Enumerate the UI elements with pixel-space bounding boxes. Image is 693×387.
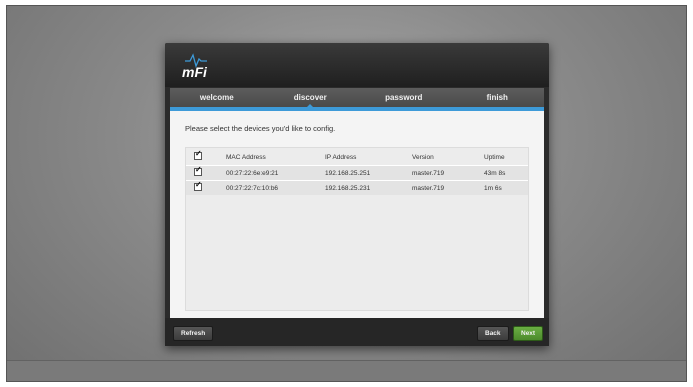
bottom-bar bbox=[7, 360, 686, 381]
dialog-footer: Refresh Back Next bbox=[165, 318, 549, 346]
row-checkbox[interactable] bbox=[194, 180, 202, 193]
dialog-header: mFi bbox=[165, 43, 549, 87]
desktop-background: mFi welcome discover password finish Ple… bbox=[6, 5, 687, 382]
mac-cell: 00:27:22:7c:10:b6 bbox=[226, 184, 279, 192]
tab-welcome[interactable]: welcome bbox=[170, 93, 264, 102]
select-all-checkbox[interactable] bbox=[194, 149, 202, 162]
version-cell: master.719 bbox=[412, 169, 445, 177]
mfi-logo: mFi bbox=[182, 53, 208, 80]
uptime-cell: 43m 8s bbox=[484, 169, 506, 177]
col-version-header: Version bbox=[412, 153, 434, 161]
table-header: MAC Address IP Address Version Uptime bbox=[186, 149, 528, 164]
tab-finish[interactable]: finish bbox=[451, 93, 545, 102]
checkbox-icon bbox=[194, 149, 202, 160]
wizard-tabs: welcome discover password finish bbox=[170, 88, 545, 109]
col-mac-header: MAC Address bbox=[226, 153, 266, 161]
col-uptime-header: Uptime bbox=[484, 153, 505, 161]
table-row[interactable]: 00:27:22:6e:e9:21 192.168.25.251 master.… bbox=[186, 165, 528, 180]
col-ip-header: IP Address bbox=[325, 153, 357, 161]
mac-cell: 00:27:22:6e:e9:21 bbox=[226, 169, 279, 177]
next-button[interactable]: Next bbox=[513, 326, 544, 341]
device-table: MAC Address IP Address Version Uptime 00… bbox=[185, 147, 529, 311]
row-checkbox[interactable] bbox=[194, 165, 202, 178]
ip-cell: 192.168.25.231 bbox=[325, 184, 371, 192]
svg-text:mFi: mFi bbox=[182, 64, 208, 80]
ip-cell: 192.168.25.251 bbox=[325, 169, 371, 177]
checkbox-icon bbox=[194, 180, 202, 191]
version-cell: master.719 bbox=[412, 184, 445, 192]
table-row[interactable]: 00:27:22:7c:10:b6 192.168.25.231 master.… bbox=[186, 180, 528, 195]
discover-panel: Please select the devices you'd like to … bbox=[170, 111, 544, 318]
refresh-button[interactable]: Refresh bbox=[173, 326, 214, 341]
uptime-cell: 1m 6s bbox=[484, 184, 502, 192]
checkbox-icon bbox=[194, 165, 202, 176]
tab-discover[interactable]: discover bbox=[264, 93, 358, 109]
tab-password[interactable]: password bbox=[357, 93, 451, 102]
setup-wizard-dialog: mFi welcome discover password finish Ple… bbox=[165, 43, 549, 346]
back-button[interactable]: Back bbox=[477, 326, 509, 341]
instruction-text: Please select the devices you'd like to … bbox=[185, 124, 336, 133]
